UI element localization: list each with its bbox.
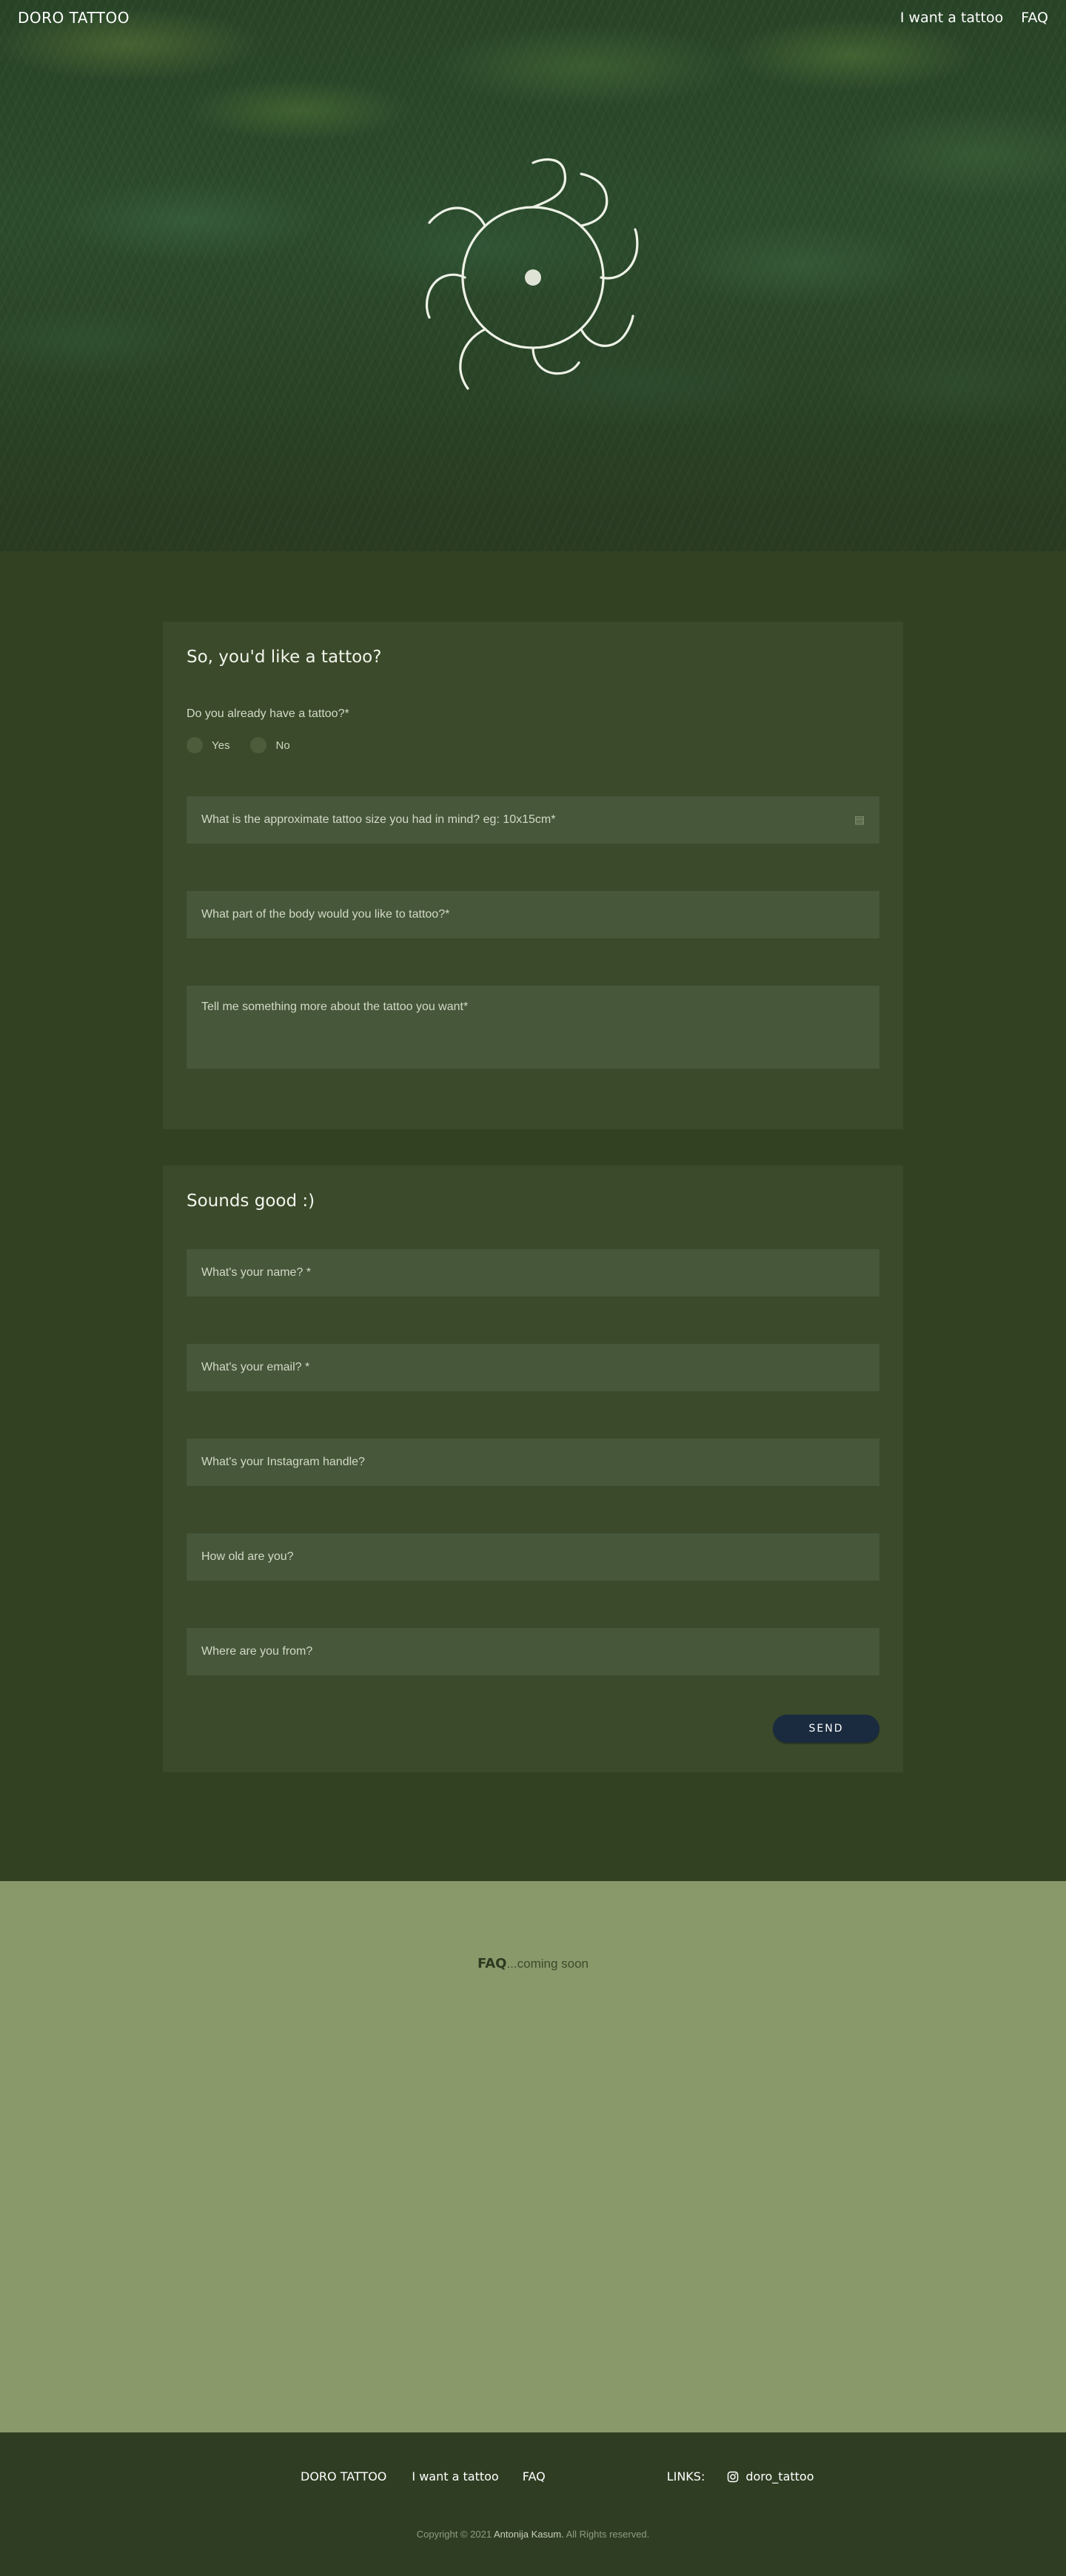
page-footer: DORO TATTOO I want a tattoo FAQ LINKS: d…	[0, 2432, 1066, 2576]
age-input[interactable]	[201, 1550, 865, 1564]
location-input[interactable]	[201, 1645, 865, 1658]
name-input[interactable]	[201, 1266, 865, 1279]
sun-spiral-logo-icon	[425, 158, 639, 390]
body-part-input[interactable]	[201, 908, 865, 921]
tattoo-request-section: So, you'd like a tattoo? Do you already …	[0, 551, 1066, 1881]
faq-section: FAQ...coming soon	[0, 1881, 1066, 2432]
nav-link-i-want-a-tattoo[interactable]: I want a tattoo	[900, 10, 1003, 26]
faq-text: ...coming soon	[506, 1957, 589, 1971]
have-tattoo-radio-group: Yes No	[187, 737, 879, 753]
top-nav: DORO TATTOO I want a tattoo FAQ	[0, 0, 1066, 36]
faq-coming-soon: FAQ...coming soon	[0, 1956, 1066, 1971]
radio-yes-label: Yes	[212, 739, 230, 752]
body-part-field[interactable]	[187, 891, 879, 938]
footer-brand-link[interactable]: DORO TATTOO	[301, 2469, 386, 2483]
contact-details-card: Sounds good :) SEND	[163, 1166, 903, 1772]
name-field[interactable]	[187, 1249, 879, 1297]
copyright-author: Antonija Kasum.	[493, 2529, 564, 2540]
email-field[interactable]	[187, 1344, 879, 1391]
copyright-prefix: Copyright © 2021	[416, 2529, 492, 2540]
copyright-text: Copyright © 2021 Antonija Kasum. All Rig…	[0, 2529, 1066, 2540]
tattoo-description-field[interactable]	[187, 986, 879, 1069]
radio-yes[interactable]: Yes	[187, 737, 229, 753]
form1-title: So, you'd like a tattoo?	[187, 648, 382, 667]
tattoo-details-card: So, you'd like a tattoo? Do you already …	[163, 622, 903, 1129]
age-field[interactable]	[187, 1533, 879, 1581]
radio-no[interactable]: No	[250, 737, 290, 753]
footer-link-i-want-a-tattoo[interactable]: I want a tattoo	[412, 2469, 498, 2483]
instagram-handle: doro_tattoo	[745, 2469, 814, 2483]
instagram-icon	[728, 2471, 739, 2482]
brand-logo-link[interactable]: DORO TATTOO	[18, 9, 130, 27]
tattoo-size-input[interactable]	[201, 813, 865, 827]
footer-links-label: LINKS:	[666, 2469, 705, 2483]
faq-heading: FAQ	[477, 1956, 507, 1971]
footer-link-faq[interactable]: FAQ	[523, 2469, 546, 2483]
radio-no-label: No	[275, 739, 290, 752]
list-icon: ▤	[854, 813, 865, 827]
footer-nav: DORO TATTOO I want a tattoo FAQ LINKS: d…	[301, 2469, 814, 2483]
send-button[interactable]: SEND	[773, 1715, 879, 1743]
email-input[interactable]	[201, 1361, 865, 1374]
location-field[interactable]	[187, 1628, 879, 1675]
tattoo-description-textarea[interactable]	[201, 1001, 865, 1052]
hero-banner	[0, 0, 1066, 551]
form2-title: Sounds good :)	[187, 1191, 315, 1211]
have-tattoo-question: Do you already have a tattoo?*	[187, 707, 349, 720]
radio-yes-circle[interactable]	[187, 737, 203, 753]
footer-instagram-link[interactable]: doro_tattoo	[727, 2469, 814, 2483]
instagram-input[interactable]	[201, 1456, 865, 1469]
instagram-field[interactable]	[187, 1439, 879, 1486]
nav-links: I want a tattoo FAQ	[900, 10, 1048, 26]
tattoo-size-field[interactable]: ▤	[187, 796, 879, 844]
copyright-suffix: All Rights reserved.	[566, 2529, 650, 2540]
radio-no-circle[interactable]	[250, 737, 267, 753]
nav-link-faq[interactable]: FAQ	[1021, 10, 1048, 26]
